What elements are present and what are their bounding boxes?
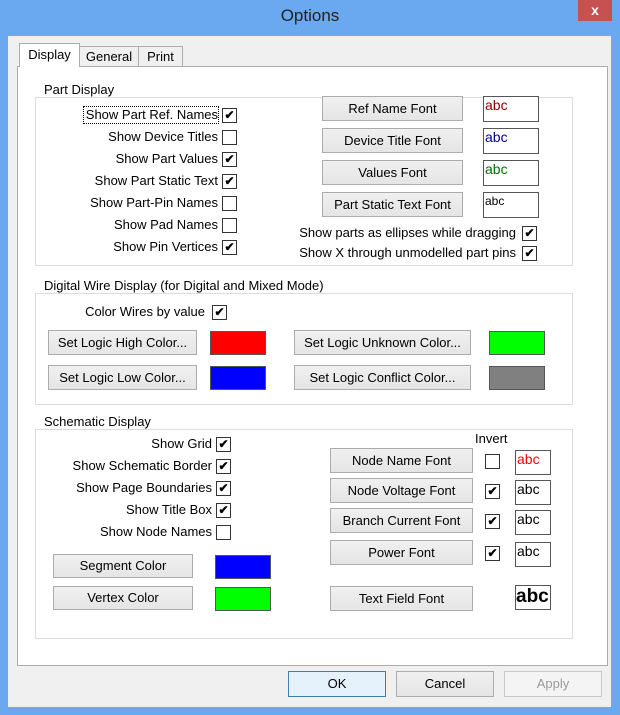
digital-wire-label: Digital Wire Display (for Digital and Mi… xyxy=(42,278,326,293)
set-logic-unknown-color-swatch xyxy=(489,331,545,355)
vertex-color-button[interactable]: Vertex Color xyxy=(53,586,193,610)
show-parts-as-ellipses-while-dragging-checkbox[interactable]: ✔ xyxy=(522,226,537,241)
part-static-text-font-button[interactable]: Part Static Text Font xyxy=(322,192,463,217)
color-wires-checkbox[interactable]: ✔ xyxy=(212,305,227,320)
window-title: Options xyxy=(280,6,340,25)
show-page-boundaries-checkbox[interactable]: ✔ xyxy=(216,481,231,496)
show-pad-names-label: Show Pad Names xyxy=(113,217,218,232)
vertex-color-swatch xyxy=(215,587,271,611)
show-pin-vertices-label: Show Pin Vertices xyxy=(113,239,218,254)
device-title-font-button[interactable]: Device Title Font xyxy=(322,128,463,153)
ref-name-font-button[interactable]: Ref Name Font xyxy=(322,96,463,121)
part-display-label: Part Display xyxy=(42,82,117,97)
invert-label: Invert xyxy=(475,431,508,446)
show-page-boundaries-label: Show Page Boundaries xyxy=(76,480,212,495)
branch-current-font-sample: abc xyxy=(515,510,551,535)
color-wires-label: Color Wires by value xyxy=(85,304,205,319)
show-title-box-checkbox[interactable]: ✔ xyxy=(216,503,231,518)
show-schematic-border-checkbox[interactable]: ✔ xyxy=(216,459,231,474)
show-schematic-border-label: Show Schematic Border xyxy=(72,458,212,473)
show-grid-label: Show Grid xyxy=(151,436,212,451)
show-node-names-label: Show Node Names xyxy=(100,524,212,539)
values-font-sample: abc xyxy=(483,160,539,186)
show-parts-as-ellipses-while-dragging-label: Show parts as ellipses while dragging xyxy=(299,225,516,240)
show-x-through-unmodelled-part-pins-label: Show X through unmodelled part pins xyxy=(299,245,516,260)
node-name-font-invert-checkbox[interactable] xyxy=(485,454,500,469)
power-font-sample: abc xyxy=(515,542,551,567)
set-logic-conflict-color-swatch xyxy=(489,366,545,390)
schematic-display-label: Schematic Display xyxy=(42,414,153,429)
segment-color-button[interactable]: Segment Color xyxy=(53,554,193,578)
device-title-font-sample: abc xyxy=(483,128,539,154)
text-field-font-button[interactable]: Text Field Font xyxy=(330,586,473,611)
show-node-names-checkbox[interactable] xyxy=(216,525,231,540)
show-grid-checkbox[interactable]: ✔ xyxy=(216,437,231,452)
show-pin-vertices-checkbox[interactable]: ✔ xyxy=(222,240,237,255)
ok-button[interactable]: OK xyxy=(288,671,386,697)
tab-print[interactable]: Print xyxy=(138,46,183,67)
show-device-titles-checkbox[interactable] xyxy=(222,130,237,145)
close-button[interactable]: x xyxy=(578,0,612,21)
apply-button[interactable]: Apply xyxy=(504,671,602,697)
set-logic-high-color-button[interactable]: Set Logic High Color... xyxy=(48,330,197,355)
show-pad-names-checkbox[interactable] xyxy=(222,218,237,233)
show-part-values-checkbox[interactable]: ✔ xyxy=(222,152,237,167)
set-logic-conflict-color-button[interactable]: Set Logic Conflict Color... xyxy=(294,365,471,390)
values-font-button[interactable]: Values Font xyxy=(322,160,463,185)
show-part-static-text-label: Show Part Static Text xyxy=(94,173,218,188)
show-title-box-label: Show Title Box xyxy=(126,502,212,517)
node-voltage-font-button[interactable]: Node Voltage Font xyxy=(330,478,473,503)
ref-name-font-sample: abc xyxy=(483,96,539,122)
node-name-font-sample: abc xyxy=(515,450,551,475)
segment-color-swatch xyxy=(215,555,271,579)
branch-current-font-button[interactable]: Branch Current Font xyxy=(330,508,473,533)
show-part-ref-names-label: Show Part Ref. Names xyxy=(83,106,219,124)
set-logic-low-color-swatch xyxy=(210,366,266,390)
part-static-text-font-sample: abc xyxy=(483,192,539,218)
show-device-titles-label: Show Device Titles xyxy=(108,129,218,144)
set-logic-high-color-swatch xyxy=(210,331,266,355)
node-voltage-font-invert-checkbox[interactable]: ✔ xyxy=(485,484,500,499)
text-field-font-sample: abc xyxy=(515,585,551,610)
tab-general[interactable]: General xyxy=(79,46,139,67)
show-part-pin-names-checkbox[interactable] xyxy=(222,196,237,211)
node-voltage-font-sample: abc xyxy=(515,480,551,505)
power-font-invert-checkbox[interactable]: ✔ xyxy=(485,546,500,561)
cancel-button[interactable]: Cancel xyxy=(396,671,494,697)
show-part-static-text-checkbox[interactable]: ✔ xyxy=(222,174,237,189)
power-font-button[interactable]: Power Font xyxy=(330,540,473,565)
show-x-through-unmodelled-part-pins-checkbox[interactable]: ✔ xyxy=(522,246,537,261)
set-logic-low-color-button[interactable]: Set Logic Low Color... xyxy=(48,365,197,390)
set-logic-unknown-color-button[interactable]: Set Logic Unknown Color... xyxy=(294,330,471,355)
branch-current-font-invert-checkbox[interactable]: ✔ xyxy=(485,514,500,529)
tab-display[interactable]: Display xyxy=(19,43,80,67)
show-part-ref-names-checkbox[interactable]: ✔ xyxy=(222,108,237,123)
node-name-font-button[interactable]: Node Name Font xyxy=(330,448,473,473)
show-part-values-label: Show Part Values xyxy=(115,151,218,166)
show-part-pin-names-label: Show Part-Pin Names xyxy=(90,195,218,210)
